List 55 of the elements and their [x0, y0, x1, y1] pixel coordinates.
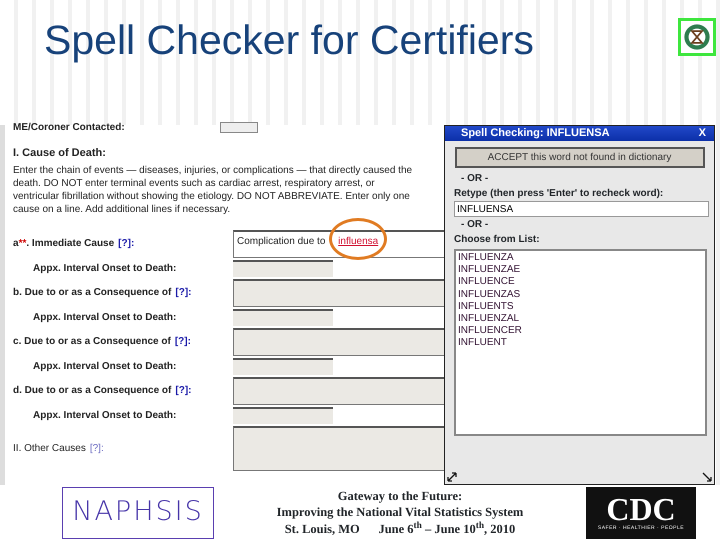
highlight-circle	[329, 218, 387, 260]
field-label: Appx. Interval Onset to Death:	[32, 360, 178, 374]
resize-icon[interactable]	[447, 472, 457, 482]
help-link[interactable]: [?]:	[174, 334, 191, 349]
help-link[interactable]: [?]:	[90, 440, 104, 456]
list-item[interactable]: INFLUENT	[458, 337, 703, 350]
footer-text: Gateway to the Future:	[336, 488, 464, 504]
field-label: Appx. Interval Onset to Death:	[32, 262, 178, 276]
field-label: II. Other Causes	[13, 442, 86, 456]
footer-text: Improving the National Vital Statistics System	[276, 504, 524, 521]
cause-field[interactable]	[233, 278, 445, 306]
list-item[interactable]: INFLUENZAL	[458, 313, 703, 326]
field-label: b. Due to or as a Consequence of	[13, 286, 172, 300]
list-item[interactable]: INFLUENZA	[458, 252, 703, 264]
help-link[interactable]: [?]:	[118, 236, 134, 251]
dropdown[interactable]	[220, 122, 258, 132]
other-causes-field[interactable]	[233, 426, 445, 470]
retype-field[interactable]: INFLUENSA	[454, 201, 709, 217]
list-item[interactable]: INFLUENZAE	[458, 264, 703, 276]
interval-field[interactable]	[233, 260, 333, 276]
field-label: a**. Immediate Cause	[13, 237, 114, 251]
cause-field[interactable]	[233, 376, 445, 404]
naphsis-logo: NAPHSIS	[62, 486, 214, 538]
field-label: Appx. Interval Onset to Death:	[32, 310, 178, 324]
interval-field[interactable]	[233, 308, 333, 326]
list-item[interactable]: INFLUENCE	[458, 276, 703, 289]
field-label: Choose from List:	[453, 233, 541, 247]
field-label: d. Due to or as a Consequence of	[13, 384, 172, 398]
or-separator: - OR -	[460, 218, 490, 232]
help-link[interactable]: [?]:	[175, 285, 192, 300]
list-item[interactable]: INFLUENCER	[458, 325, 703, 338]
logo-text: CDC	[606, 492, 676, 525]
slide-title: Spell Checker for Certifiers	[44, 18, 534, 64]
accept-button[interactable]: ACCEPT this word not found in dictionary	[454, 147, 704, 168]
field-value: Complication due to influensa	[237, 236, 378, 246]
cause-field[interactable]: Complication due to influensa	[233, 230, 445, 258]
interval-field[interactable]	[233, 358, 333, 374]
cause-field[interactable]	[233, 328, 445, 356]
field-label: ME/Coroner Contacted:	[13, 120, 125, 134]
field-label: c. Due to or as a Consequence of	[13, 335, 171, 349]
list-item[interactable]: INFLUENZAS	[458, 288, 703, 301]
help-link[interactable]: [?]:	[175, 383, 192, 398]
dialog-title: Spell Checking: INFLUENSA	[461, 126, 610, 142]
interval-field[interactable]	[233, 406, 333, 424]
resize-icon[interactable]	[702, 472, 712, 482]
suggestion-list[interactable]: INFLUENZA INFLUENZAE INFLUENCE INFLUENZAS INFLUENTS INFLUENZAL INFLUENCER INFLUENT	[454, 249, 707, 436]
footer-text: St. Louis, MO June 6$^{th}$ – June 10$^{th}$, 2010	[284, 520, 516, 537]
list-item[interactable]: INFLUENTS	[458, 300, 703, 314]
field-label: Appx. Interval Onset to Death:	[32, 408, 178, 422]
or-separator: - OR -	[460, 172, 490, 186]
field-label: Retype (then press 'Enter' to recheck word):	[453, 187, 664, 201]
close-button[interactable]: X	[698, 125, 706, 142]
seal-logo-icon	[678, 18, 716, 56]
instructions-text: Enter the chain of events — diseases, injuries, or complications — that directly caused the death. DO NOT enter terminal events such as cardiac arrest, respiratory arrest, or ventricular fibrillation without showing the etiology. DO NOT ABBREVIATE. Enter only one cause on a line. Add additional lines if necessary.	[13, 164, 414, 216]
section-heading: I. Cause of Death:	[13, 146, 107, 161]
